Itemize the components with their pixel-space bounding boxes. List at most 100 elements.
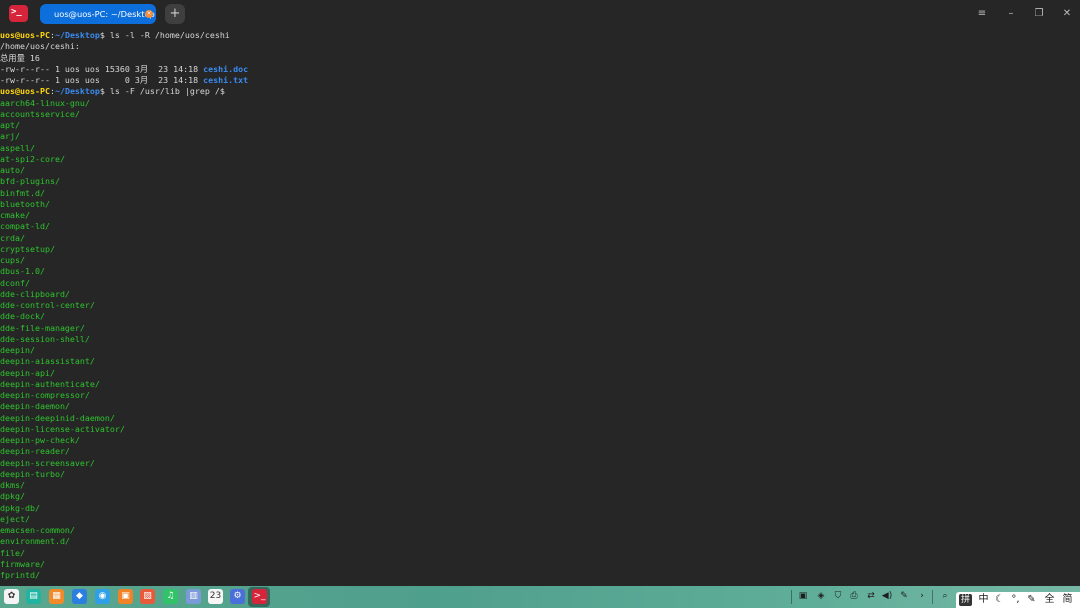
command-line: uos@uos-PC:~/Desktop$ ls -F /usr/lib |gr… (0, 86, 1080, 97)
directory-entry: deepin-reader/ (0, 446, 70, 457)
input-method-toolbar: 拼中 ☾ °, ✎ 全简 (956, 592, 1080, 608)
minimize-button[interactable]: – (1003, 6, 1019, 22)
directory-list: aarch64-linux-gnu/accountsservice/apt/ar… (0, 98, 1080, 582)
multitasking-icon[interactable]: ▤ (26, 589, 41, 604)
file-meta: -rw-r--r-- 1 uos uos 15360 3月 23 14:18 (0, 63, 204, 74)
ime-item[interactable]: 中 (976, 592, 991, 608)
directory-entry: dkms/ (0, 480, 25, 490)
tray-divider (791, 590, 792, 604)
directory-entry: bfd-plugins/ (0, 176, 60, 187)
directory-entry: crda/ (0, 232, 25, 243)
network-icon[interactable]: ⇄ (865, 590, 877, 602)
directory-entry: dde-clipboard/ (0, 288, 70, 299)
directory-entry: environment.d/ (0, 536, 70, 547)
directory-entry: dde-control-center/ (0, 300, 95, 310)
music-icon[interactable]: ♫ (163, 589, 178, 604)
command-text: ls -l -R /home/uos/ceshi (109, 30, 230, 40)
directory-entry: dde-file-manager/ (0, 322, 85, 333)
directory-entry: binfmt.d/ (0, 187, 45, 198)
directory-entry: cmake/ (0, 210, 30, 220)
calendar-icon[interactable]: 23 (208, 589, 223, 604)
prompt-dollar: $ (99, 30, 110, 40)
directory-entry: arj/ (0, 131, 20, 142)
file-manager-icon[interactable]: ▦ (49, 589, 64, 604)
directory-entry: accountsservice/ (0, 108, 80, 119)
terminal-icon[interactable]: >_ (252, 589, 267, 604)
directory-entry: eject/ (0, 513, 30, 524)
directory-entry: deepin-daemon/ (0, 401, 70, 412)
shield-icon[interactable]: ⛉ (832, 590, 844, 602)
title-bar[interactable]: >_ uos@uos-PC: ~/Desktop × + ≡ – ❐ ✕ (0, 0, 1080, 29)
directory-entry: fprintd/ (0, 570, 40, 580)
file-listing-row: -rw-r--r-- 1 uos uos 15360 3月 23 14:18 c… (0, 64, 1080, 75)
prompt-dollar: $ (99, 86, 110, 97)
tray-divider (932, 590, 933, 604)
prompt-user: uos@uos-PC (0, 86, 50, 97)
security-icon[interactable]: ◈ (815, 590, 827, 602)
printer-icon[interactable]: ⎙ (848, 590, 860, 602)
directory-entry: auto/ (0, 165, 25, 175)
tab-title: uos@uos-PC: ~/Desktop (54, 9, 155, 19)
browser-icon[interactable]: ◉ (95, 589, 110, 604)
launcher-icon[interactable]: ✿ (4, 589, 19, 604)
directory-entry: cups/ (0, 255, 25, 265)
directory-entry: deepin-aiassistant/ (0, 356, 95, 367)
directory-entry: cryptsetup/ (0, 243, 55, 254)
directory-entry: firmware/ (0, 558, 45, 569)
file-name: ceshi.doc (203, 63, 249, 74)
document-viewer-icon[interactable]: ▥ (186, 589, 201, 604)
directory-entry: deepin-pw-check/ (0, 435, 80, 445)
pen-icon[interactable]: ✎ (898, 590, 910, 602)
ime-item[interactable]: 全 (1042, 592, 1057, 608)
terminal-app-icon[interactable]: >_ (9, 5, 28, 22)
directory-entry: dbus-1.0/ (0, 266, 45, 277)
menu-icon[interactable]: ≡ (974, 6, 990, 22)
search-icon[interactable]: ⌕ (939, 590, 951, 602)
command-line: uos@uos-PC:~/Desktop$ ls -l -R /home/uos… (0, 30, 1080, 41)
taskbar: ✿ ▤ ▦ ◆ ◉ ▣ ▨ ♫ ▥ 23 ⚙ >_ ▣ ◈ ⛉ ⎙ ⇄ ◀) ✎ › ⌕ (0, 586, 1080, 608)
directory-entry: deepin-deepinid-daemon/ (0, 412, 115, 423)
restore-button[interactable]: ❐ (1031, 6, 1047, 22)
directory-entry: aspell/ (0, 142, 35, 153)
ime-item[interactable]: ☾ (992, 592, 1007, 608)
file-meta: -rw-r--r-- 1 uos uos 0 3月 23 14:18 (0, 75, 204, 85)
directory-entry: apt/ (0, 120, 20, 130)
directory-entry: bluetooth/ (0, 198, 50, 209)
command-text: ls -F /usr/lib |grep /$ (109, 86, 225, 97)
ime-item[interactable]: ✎ (1024, 592, 1039, 608)
directory-entry: compat-ld/ (0, 221, 50, 232)
ime-item[interactable]: 拼 (959, 594, 972, 606)
screenshot-icon[interactable]: ▣ (797, 590, 809, 602)
directory-entry: deepin-turbo/ (0, 468, 65, 479)
directory-entry: deepin-authenticate/ (0, 378, 100, 389)
image-viewer-icon[interactable]: ▨ (140, 589, 155, 604)
file-name: ceshi.txt (203, 75, 249, 85)
expand-icon[interactable]: › (916, 590, 928, 602)
directory-entry: deepin-screensaver/ (0, 457, 95, 468)
file-listing-row: -rw-r--r-- 1 uos uos 0 3月 23 14:18 ceshi… (0, 75, 1080, 86)
directory-entry: deepin-compressor/ (0, 390, 90, 400)
directory-entry: dconf/ (0, 277, 30, 288)
prompt-path: ~/Desktop (54, 30, 100, 40)
directory-entry: dde-session-shell/ (0, 333, 90, 344)
directory-entry: deepin-api/ (0, 367, 55, 378)
control-center-icon[interactable]: ⚙ (230, 589, 245, 604)
tab-active[interactable]: uos@uos-PC: ~/Desktop × (40, 4, 156, 24)
tab-close-icon[interactable]: × (145, 10, 153, 18)
directory-entry: at-spi2-core/ (0, 153, 65, 164)
volume-icon[interactable]: ◀) (881, 590, 893, 602)
app-store-icon[interactable]: ◆ (72, 589, 87, 604)
directory-entry: file/ (0, 547, 25, 558)
directory-header: /home/uos/ceshi: (0, 41, 80, 52)
directory-entry: emacsen-common/ (0, 525, 75, 535)
directory-entry: deepin-license-activator/ (0, 423, 125, 434)
directory-entry: dpkg-db/ (0, 502, 40, 513)
ime-item[interactable]: °, (1008, 592, 1023, 608)
terminal-output[interactable]: uos@uos-PC:~/Desktop$ ls -l -R /home/uos… (0, 30, 1080, 584)
terminal-window: >_ uos@uos-PC: ~/Desktop × + ≡ – ❐ ✕ uos… (0, 0, 1080, 586)
prompt-user: uos@uos-PC (0, 30, 50, 40)
close-button[interactable]: ✕ (1059, 6, 1075, 22)
new-tab-button[interactable]: + (165, 4, 185, 24)
appstore-orange-icon[interactable]: ▣ (118, 589, 133, 604)
ime-item[interactable]: 简 (1060, 592, 1075, 608)
